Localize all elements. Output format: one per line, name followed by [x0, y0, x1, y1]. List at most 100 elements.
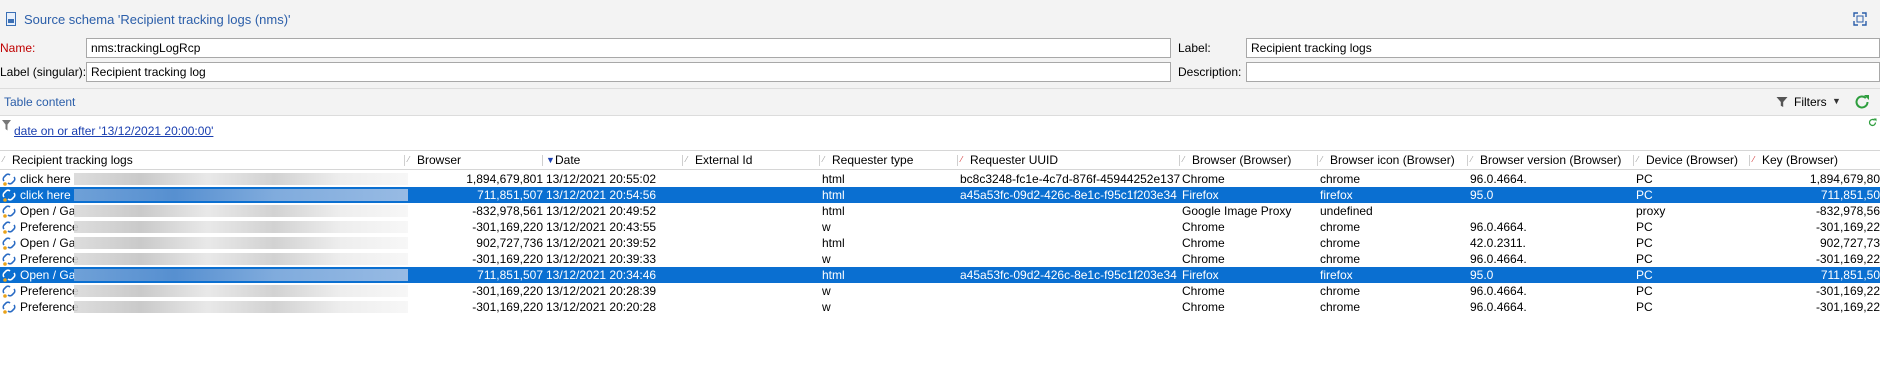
- label-singular-field[interactable]: Recipient tracking log: [86, 62, 1171, 82]
- column-separator[interactable]: [542, 155, 543, 166]
- redacted-content: [74, 237, 408, 249]
- column-header[interactable]: ⁄ Requester type: [820, 151, 958, 170]
- filter-funnel-icon: [2, 120, 11, 131]
- cell-device: PC: [1636, 252, 1653, 266]
- column-type-icon: ⁄: [1321, 155, 1323, 164]
- cell-external-id: [686, 171, 820, 187]
- cell-key: -832,978,56: [1815, 204, 1880, 218]
- cell-browser-icon: firefox: [1320, 188, 1353, 202]
- schema-file-icon: [6, 12, 16, 26]
- column-header[interactable]: ⁄ Browser: [405, 151, 543, 170]
- table-row[interactable]: Preference -301,169,220 13/12/2021 20:28:3…: [0, 283, 1880, 299]
- column-header[interactable]: ⁄ Requester UUID: [958, 151, 1180, 170]
- cell-browser-version: 96.0.4664.: [1470, 172, 1527, 186]
- title-bar: Source schema 'Recipient tracking logs (…: [0, 0, 1880, 39]
- cell-requester-uuid: [960, 299, 1180, 315]
- cell-requester-type: w: [822, 220, 831, 234]
- column-header[interactable]: ▼ Date: [543, 151, 683, 170]
- cell-browser-name: Chrome: [1182, 300, 1225, 314]
- cell-key: 902,727,73: [1819, 236, 1880, 250]
- description-field[interactable]: [1246, 62, 1880, 82]
- redacted-content: [74, 221, 408, 233]
- cell-requester-uuid: [960, 283, 1180, 299]
- table-row[interactable]: click here 711,851,507 13/12/2021 20:54:56…: [0, 187, 1880, 203]
- cell-date: 13/12/2021 20:20:28: [546, 300, 657, 314]
- small-refresh-icon[interactable]: [1868, 118, 1877, 127]
- cell-browser: -832,978,561: [472, 204, 543, 218]
- name-label: Name:: [0, 41, 36, 55]
- column-header[interactable]: ⁄ Browser icon (Browser): [1318, 151, 1468, 170]
- column-header-label: Browser icon (Browser): [1330, 153, 1455, 167]
- label-label: Label:: [1178, 41, 1211, 55]
- column-type-icon: ⁄: [3, 155, 5, 164]
- cell-browser-version: 96.0.4664.: [1470, 252, 1527, 266]
- filters-button[interactable]: Filters ▼: [1772, 92, 1844, 112]
- column-header-label: Recipient tracking logs: [12, 153, 133, 167]
- column-separator[interactable]: [819, 155, 820, 166]
- cell-device: PC: [1636, 300, 1653, 314]
- table-row[interactable]: Open / Ga 902,727,736 13/12/2021 20:39:52 h…: [0, 235, 1880, 251]
- cell-key: -301,169,22: [1815, 300, 1880, 314]
- column-separator[interactable]: [1749, 155, 1750, 166]
- cell-browser: 711,851,507: [477, 268, 543, 282]
- table-row[interactable]: Open / Ga -832,978,561 13/12/2021 20:49:52…: [0, 203, 1880, 219]
- cell-browser-icon: chrome: [1320, 284, 1361, 298]
- cell-browser-version: 42.0.2311.: [1470, 236, 1526, 250]
- table-content-header: Table content Filters ▼: [0, 88, 1880, 116]
- name-field[interactable]: nms:trackingLogRcp: [86, 38, 1171, 58]
- label-field[interactable]: Recipient tracking logs: [1246, 38, 1880, 58]
- column-separator[interactable]: [1467, 155, 1468, 166]
- cell-external-id: [686, 203, 820, 219]
- tracking-log-icon: [2, 237, 16, 250]
- column-header-label: Device (Browser): [1646, 153, 1739, 167]
- filter-condition-link[interactable]: date on or after '13/12/2021 20:00:00': [14, 124, 213, 138]
- column-separator[interactable]: [1179, 155, 1180, 166]
- maximize-icon[interactable]: [1853, 12, 1867, 26]
- column-type-icon: ⁄: [823, 155, 825, 164]
- cell-browser-icon: chrome: [1320, 172, 1361, 186]
- column-header[interactable]: ⁄ Browser version (Browser): [1468, 151, 1634, 170]
- sort-descending-icon: ▼: [546, 155, 555, 165]
- cell-browser: -301,169,220: [472, 220, 543, 234]
- table-row[interactable]: Preference -301,169,220 13/12/2021 20:39:3…: [0, 251, 1880, 267]
- cell-requester-type: html: [822, 204, 845, 218]
- cell-browser-name: Chrome: [1182, 220, 1225, 234]
- cell-key: -301,169,22: [1815, 220, 1880, 234]
- column-header[interactable]: ⁄ Key (Browser): [1750, 151, 1880, 170]
- active-filter-bar: date on or after '13/12/2021 20:00:00': [0, 116, 1880, 144]
- column-header-label: Requester type: [832, 153, 914, 167]
- table-row[interactable]: Preference -301,169,220 13/12/2021 20:43:5…: [0, 219, 1880, 235]
- cell-browser-version: 96.0.4664.: [1470, 220, 1527, 234]
- column-type-icon: ⁄: [408, 155, 410, 164]
- cell-external-id: [686, 219, 820, 235]
- column-separator[interactable]: [682, 155, 683, 166]
- schema-properties-form: Name: nms:trackingLogRcp Label: Recipien…: [0, 38, 1880, 88]
- column-header-label: Browser version (Browser): [1480, 153, 1622, 167]
- column-header[interactable]: ⁄ External Id: [683, 151, 820, 170]
- table-row[interactable]: click here 1,894,679,801 13/12/2021 20:55:…: [0, 171, 1880, 187]
- table-row[interactable]: Preference -301,169,220 13/12/2021 20:20:2…: [0, 299, 1880, 315]
- cell-date: 13/12/2021 20:43:55: [546, 220, 657, 234]
- column-separator[interactable]: [1633, 155, 1634, 166]
- cell-device: PC: [1636, 188, 1653, 202]
- cell-external-id: [686, 283, 820, 299]
- column-header[interactable]: ⁄ Device (Browser): [1634, 151, 1750, 170]
- cell-requester-uuid: [960, 235, 1180, 251]
- cell-browser-name: Chrome: [1182, 172, 1225, 186]
- redacted-content: [74, 301, 408, 313]
- cell-browser-version: 96.0.4664.: [1470, 300, 1527, 314]
- column-type-icon: ⁄: [1183, 155, 1185, 164]
- redacted-content: [74, 205, 408, 217]
- cell-browser-name: Chrome: [1182, 252, 1225, 266]
- column-separator[interactable]: [957, 155, 958, 166]
- cell-browser-version: 95.0: [1470, 268, 1494, 282]
- table-row[interactable]: Open / Ga 711,851,507 13/12/2021 20:34:46 h…: [0, 267, 1880, 283]
- refresh-icon[interactable]: [1853, 93, 1871, 111]
- tracking-log-icon: [2, 253, 16, 266]
- column-header[interactable]: ⁄ Browser (Browser): [1180, 151, 1318, 170]
- cell-device: PC: [1636, 220, 1653, 234]
- column-separator[interactable]: [404, 155, 405, 166]
- column-header[interactable]: ⁄ Recipient tracking logs: [0, 151, 405, 170]
- column-separator[interactable]: [1317, 155, 1318, 166]
- cell-date: 13/12/2021 20:39:33: [546, 252, 657, 266]
